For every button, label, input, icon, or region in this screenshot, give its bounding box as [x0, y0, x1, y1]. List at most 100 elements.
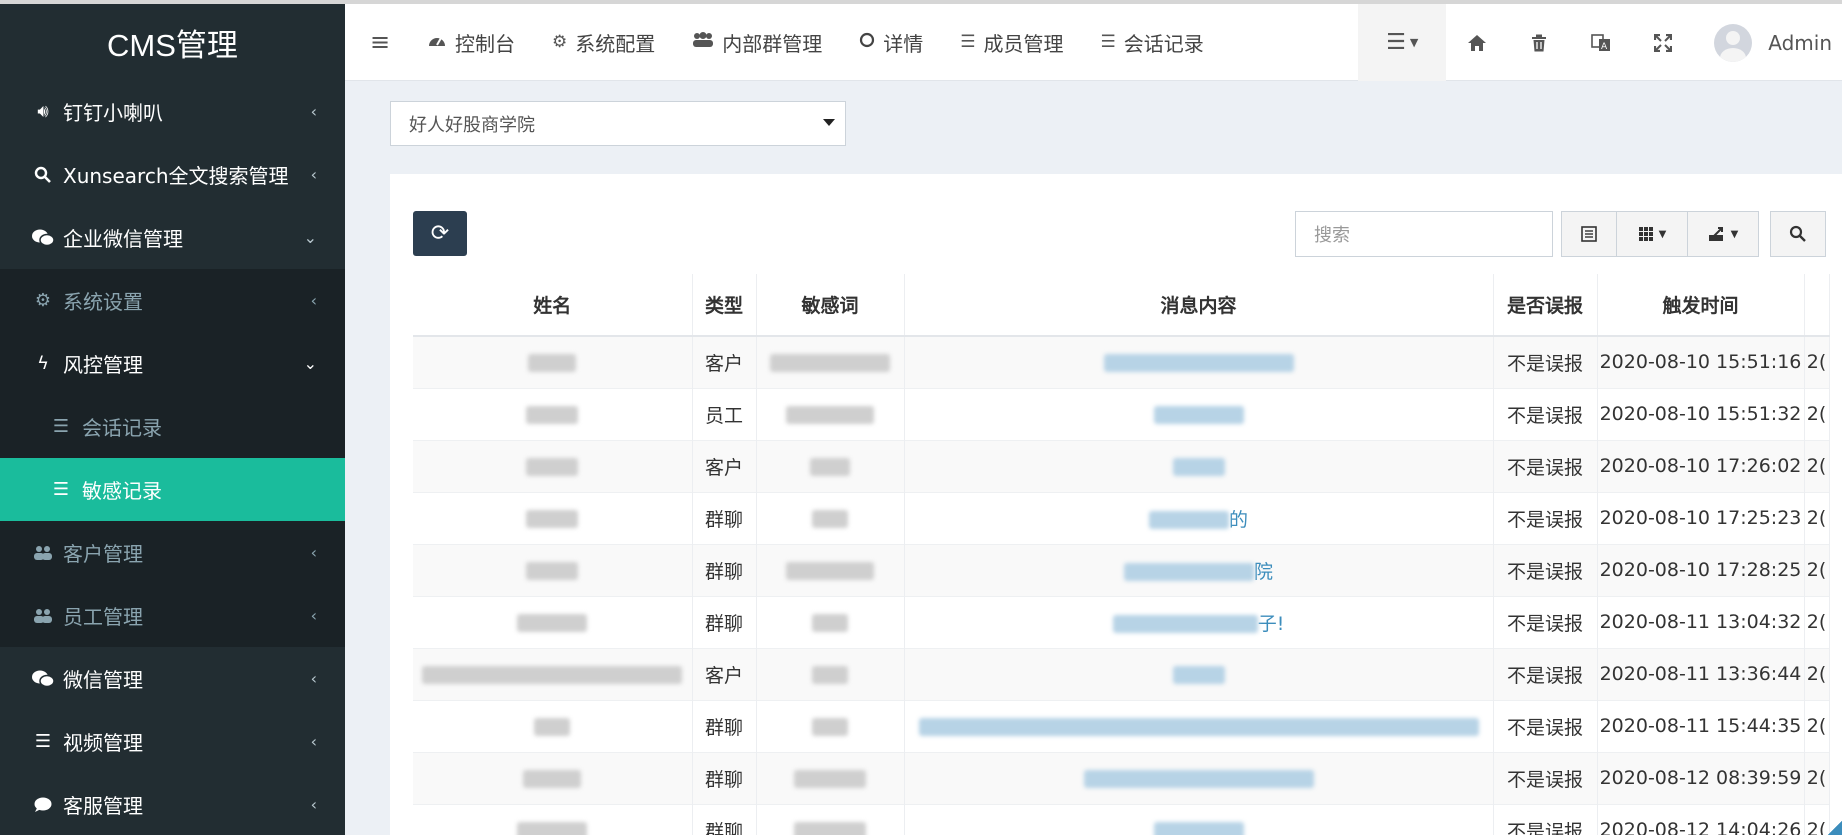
- menu-icon: ☰: [1386, 30, 1406, 55]
- sidebar-item-customers[interactable]: 客户管理 ‹: [0, 521, 345, 584]
- cell-overflow: 2(: [1804, 699, 1830, 752]
- chevron-down-icon: ⌄: [303, 228, 317, 247]
- table-row[interactable]: 群聊 院 不是误报 2020-08-10 17:28:25 2(: [413, 543, 1830, 596]
- cell-message[interactable]: [904, 387, 1494, 440]
- cell-false-alarm: 不是误报: [1493, 387, 1598, 440]
- search-input[interactable]: 搜索: [1295, 211, 1553, 257]
- table-row[interactable]: 群聊 的 不是误报 2020-08-10 17:25:23 2(: [413, 491, 1830, 544]
- wechat-icon: [32, 229, 54, 247]
- tab-member-management[interactable]: ☰ 成员管理: [948, 4, 1088, 81]
- cell-message[interactable]: 的: [904, 491, 1494, 544]
- cell-false-alarm: 不是误报: [1493, 335, 1598, 388]
- columns-dropdown-button[interactable]: ▼: [1616, 211, 1688, 257]
- chevron-left-icon: ‹: [310, 732, 317, 751]
- sidebar-toggle-icon[interactable]: ≡: [345, 4, 415, 81]
- sidebar-item-wecom[interactable]: 企业微信管理 ⌄: [0, 206, 345, 269]
- cell-message[interactable]: 院: [904, 543, 1494, 596]
- chevron-left-icon: ‹: [310, 165, 317, 184]
- cell-type: 群聊: [692, 595, 757, 648]
- sidebar-item-sensitive-records[interactable]: ☰ 敏感记录: [0, 458, 345, 521]
- home-icon[interactable]: [1446, 4, 1508, 81]
- table-row[interactable]: 客户 不是误报 2020-08-11 13:36:44 2(: [413, 647, 1830, 700]
- sidebar-item-xunsearch[interactable]: Xunsearch全文搜索管理 ‹: [0, 143, 345, 206]
- cell-trigger-time: 2020-08-10 17:25:23: [1597, 491, 1805, 544]
- cell-overflow: 2(: [1804, 751, 1830, 804]
- table-row[interactable]: 群聊 不是误报 2020-08-11 15:44:35 2(: [413, 699, 1830, 752]
- volume-icon: 🔊︎: [37, 101, 49, 122]
- column-header-trigger-time[interactable]: 触发时间: [1597, 274, 1805, 337]
- tab-label: 系统配置: [575, 31, 656, 56]
- sidebar-item-customer-service[interactable]: 客服管理 ‹: [0, 773, 345, 835]
- cell-sensitive-word-redacted: [756, 491, 905, 544]
- tab-dashboard[interactable]: 控制台: [415, 4, 540, 81]
- sidebar-item-label: 系统设置: [63, 290, 143, 314]
- column-header-message[interactable]: 消息内容: [904, 274, 1494, 337]
- sidebar-item-employees[interactable]: 员工管理 ‹: [0, 584, 345, 647]
- cell-trigger-time: 2020-08-12 08:39:59: [1597, 751, 1805, 804]
- sidebar-item-risk-control[interactable]: ϟ 风控管理 ⌄: [0, 332, 345, 395]
- cell-type: 群聊: [692, 543, 757, 596]
- refresh-button[interactable]: ⟳: [413, 211, 467, 256]
- sidebar-item-system-settings[interactable]: ⚙ 系统设置 ‹: [0, 269, 345, 332]
- cell-message[interactable]: [904, 751, 1494, 804]
- cell-message[interactable]: [904, 439, 1494, 492]
- cell-name-redacted: [413, 751, 693, 804]
- cell-trigger-time: 2020-08-10 17:26:02: [1597, 439, 1805, 492]
- export-dropdown-button[interactable]: ▼: [1687, 211, 1759, 257]
- tab-internal-groups[interactable]: 内部群管理: [680, 4, 847, 81]
- tabs-menu-dropdown[interactable]: ☰ ▼: [1358, 4, 1447, 81]
- table-row[interactable]: 客户 不是误报 2020-08-10 15:51:16 2(: [413, 335, 1830, 388]
- search-button[interactable]: [1770, 211, 1826, 257]
- translate-icon[interactable]: A: [1570, 4, 1632, 81]
- sidebar: CMS管理 🔊︎ 钉钉小喇叭 ‹ Xunsearch全文搜索管理 ‹ 企业微信管…: [0, 0, 345, 835]
- cell-message[interactable]: [904, 803, 1494, 835]
- cell-trigger-time: 2020-08-10 15:51:32: [1597, 387, 1805, 440]
- sidebar-item-videos[interactable]: ☰ 视频管理 ‹: [0, 710, 345, 773]
- tab-system-config[interactable]: ⚙ 系统配置: [540, 4, 680, 81]
- cell-message[interactable]: 子!: [904, 595, 1494, 648]
- cell-trigger-time: 2020-08-10 17:28:25: [1597, 543, 1805, 596]
- table-row[interactable]: 员工 不是误报 2020-08-10 15:51:32 2(: [413, 387, 1830, 440]
- tab-details[interactable]: 详情: [847, 4, 948, 81]
- column-header-sensitive-word[interactable]: 敏感词: [756, 274, 905, 337]
- toggle-view-button[interactable]: [1561, 211, 1617, 257]
- user-name: Admin: [1768, 30, 1832, 55]
- cell-overflow: 2(: [1804, 491, 1830, 544]
- table-row[interactable]: 客户 不是误报 2020-08-10 17:26:02 2(: [413, 439, 1830, 492]
- sidebar-item-dingtalk[interactable]: 🔊︎ 钉钉小喇叭 ‹: [0, 80, 345, 143]
- cell-message[interactable]: [904, 699, 1494, 752]
- column-header-false-alarm[interactable]: 是否误报: [1493, 274, 1598, 337]
- export-icon: [1708, 227, 1723, 241]
- fullscreen-icon[interactable]: [1632, 4, 1694, 81]
- cell-false-alarm: 不是误报: [1493, 439, 1598, 492]
- column-header-type[interactable]: 类型: [692, 274, 757, 337]
- cell-message[interactable]: [904, 335, 1494, 388]
- user-menu[interactable]: Admin: [1694, 4, 1842, 81]
- trash-icon[interactable]: [1508, 4, 1570, 81]
- app-logo[interactable]: CMS管理: [0, 4, 345, 80]
- tab-label: 内部群管理: [722, 31, 823, 56]
- cell-false-alarm: 不是误报: [1493, 595, 1598, 648]
- circle-icon: [859, 32, 875, 53]
- table-row[interactable]: 群聊 不是误报 2020-08-12 14:04:26 2(: [413, 803, 1830, 835]
- svg-text:A: A: [1601, 42, 1608, 52]
- table-row[interactable]: 群聊 不是误报 2020-08-12 08:39:59 2(: [413, 751, 1830, 804]
- chevron-down-icon: ⌄: [303, 354, 317, 373]
- sidebar-item-wechat[interactable]: 微信管理 ‹: [0, 647, 345, 710]
- tab-session-records[interactable]: ☰ 会话记录: [1089, 4, 1229, 81]
- cell-name-redacted: [413, 335, 693, 388]
- cell-sensitive-word-redacted: [756, 595, 905, 648]
- cell-overflow: 2(: [1804, 335, 1830, 388]
- table-row[interactable]: 群聊 子! 不是误报 2020-08-11 13:04:32 2(: [413, 595, 1830, 648]
- group-select[interactable]: 好人好股商学院: [390, 101, 846, 146]
- cell-sensitive-word-redacted: [756, 543, 905, 596]
- scroll-corner-indicator: [1828, 821, 1842, 835]
- cell-type: 客户: [692, 335, 757, 388]
- chevron-left-icon: ‹: [310, 291, 317, 310]
- sidebar-item-label: 客服管理: [63, 794, 143, 818]
- sidebar-item-session-records[interactable]: ☰ 会话记录: [0, 395, 345, 458]
- cell-message[interactable]: [904, 647, 1494, 700]
- cell-type: 群聊: [692, 803, 757, 835]
- column-header-name[interactable]: 姓名: [413, 274, 693, 337]
- chevron-left-icon: ‹: [310, 543, 317, 562]
